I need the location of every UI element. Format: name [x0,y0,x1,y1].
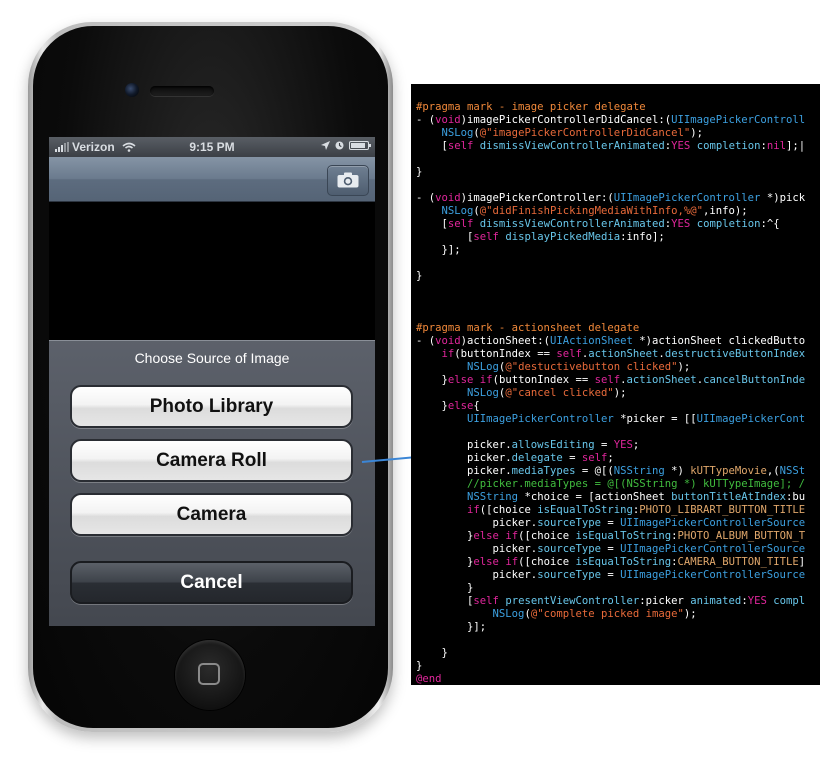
code-line: }]; [416,621,487,633]
code-line: picker.sourceType = UIImagePickerControl… [416,517,806,529]
code-line: } [416,270,423,282]
code-line: } [416,647,448,659]
code-line: [self displayPickedMedia:info]; [416,231,665,243]
code-line: - (void)actionSheet:(UIActionSheet *)act… [416,335,806,347]
code-line: picker.mediaTypes = @[(NSString *) kUTTy… [416,465,806,477]
code-line: UIImagePickerController *picker = [[UIIm… [467,413,806,425]
code-line: } [416,166,423,178]
code-line: #pragma mark - image picker delegate [416,101,646,113]
camera-button[interactable] [327,165,369,196]
code-line: picker.sourceType = UIImagePickerControl… [416,569,806,581]
code-line: } [416,660,423,672]
phone-screen: Verizon 9:15 PM Choose Source of Image P… [49,137,375,626]
code-line: NSLog(@"imagePickerControllerDidCancel")… [441,127,704,139]
code-line: if(buttonIndex == self.actionSheet.destr… [441,348,806,360]
photo-library-button[interactable]: Photo Library [70,385,353,428]
code-line: NSLog(@"complete picked image"); [492,608,697,620]
lock-icon [335,141,344,150]
earpiece-speaker [150,86,214,96]
code-line: NSLog(@"destuctivebutton clicked"); [467,361,691,373]
code-line: }else{ [416,400,480,412]
camera-option-button[interactable]: Camera [70,493,353,536]
battery-icon [349,141,371,150]
status-icons [321,141,371,150]
code-line: - (void)imagePickerControllerDidCancel:(… [416,114,806,126]
home-square-icon [198,663,220,685]
code-editor-panel: #pragma mark - image picker delegate - (v… [411,84,820,685]
navigation-bar [49,157,375,202]
code-line: [self dismissViewControllerAnimated:YES … [416,218,780,230]
code-line: }else if(buttonIndex == self.actionSheet… [416,374,806,386]
status-bar: Verizon 9:15 PM [49,137,375,157]
code-line: [self presentViewController:picker anima… [416,595,806,607]
code-line: } [416,582,474,594]
camera-icon [337,172,359,188]
code-line: }else if([choice isEqualToString:CAMERA_… [416,556,806,568]
code-line: @end [416,673,442,685]
code-line: NSLog(@"cancel clicked"); [467,387,627,399]
camera-roll-button[interactable]: Camera Roll [70,439,353,482]
home-button[interactable] [175,640,245,710]
code-line: if([choice isEqualToString:PHOTO_LIBRART… [467,504,806,516]
cancel-button[interactable]: Cancel [70,561,353,604]
code-line: picker.delegate = self; [416,452,614,464]
action-sheet-title: Choose Source of Image [134,350,290,366]
code-line: NSLog(@"didFinishPickingMediaWithInfo,%@… [441,205,748,217]
code-line: - (void)imagePickerController:(UIImagePi… [416,192,806,204]
action-sheet: Choose Source of Image Photo Library Cam… [49,340,375,626]
location-icon [321,141,330,150]
code-line: [self dismissViewControllerAnimated:YES … [416,140,806,152]
code-line: picker.sourceType = UIImagePickerControl… [416,543,806,555]
code-line: //picker.mediaTypes = @[(NSString *) kUT… [467,478,806,490]
source-code: #pragma mark - image picker delegate - (v… [411,84,820,685]
code-line: picker.allowsEditing = YES; [416,439,640,451]
code-line: #pragma mark - actionsheet delegate [416,322,640,334]
code-line: NSString *choice = [actionSheet buttonTi… [467,491,806,503]
front-camera-icon [125,83,139,97]
code-line: }else if([choice isEqualToString:PHOTO_A… [416,530,806,542]
code-line: }]; [416,244,461,256]
